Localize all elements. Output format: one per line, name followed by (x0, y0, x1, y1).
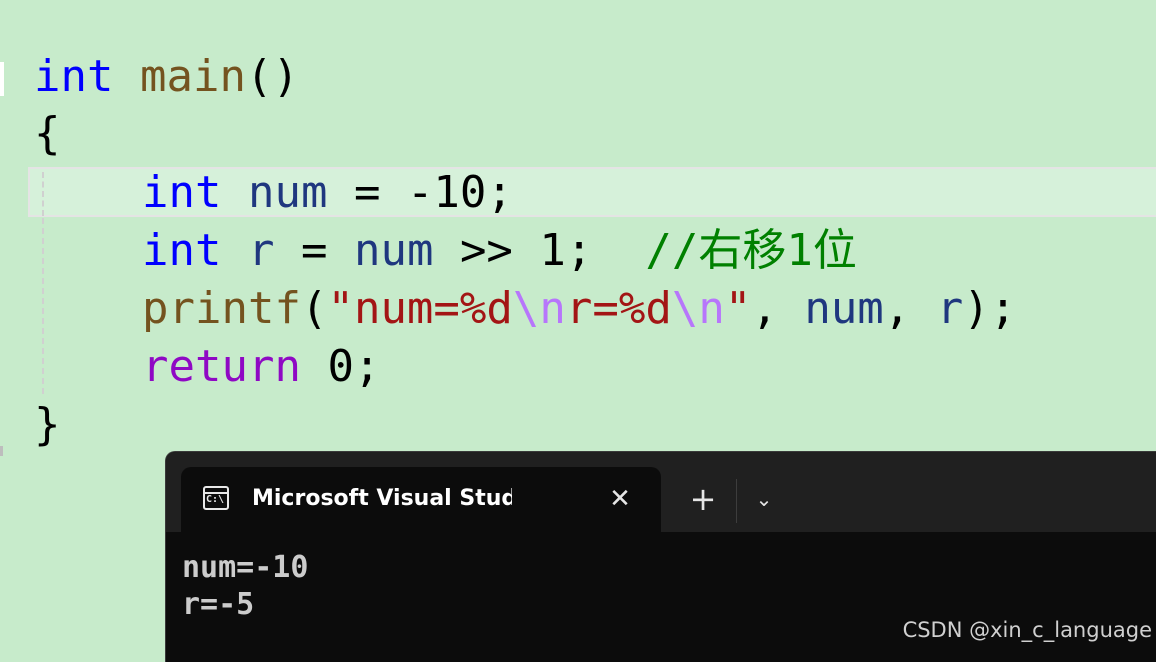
code-line-1: int main() (34, 51, 299, 102)
code-line-2: { (34, 108, 61, 159)
tab-separator (736, 479, 737, 523)
console-output-line: num=-10 (182, 550, 309, 585)
gutter-marker (0, 62, 4, 96)
watermark: CSDN @xin_c_language (902, 618, 1152, 642)
close-icon[interactable]: ✕ (605, 484, 635, 514)
gutter-marker (0, 446, 3, 456)
terminal-icon: C:\ (203, 486, 229, 510)
new-tab-button[interactable]: + (688, 482, 718, 516)
code-line-3: int num = -10; (142, 167, 513, 218)
code-line-7: } (34, 399, 61, 450)
code-line-6: return 0; (142, 341, 381, 392)
tab-debug-console[interactable]: C:\ Microsoft Visual Studio 调试控制台 ✕ (181, 467, 661, 532)
tab-bar: C:\ Microsoft Visual Studio 调试控制台 ✕ + ⌄ (166, 452, 1156, 532)
tab-title: Microsoft Visual Studio 调试控制台 (252, 486, 512, 511)
indent-guide (42, 218, 44, 394)
code-line-4: int r = num >> 1; //右移1位 (142, 225, 857, 276)
code-line-5: printf("num=%d\nr=%d\n", num, r); (142, 283, 1017, 334)
console-output-line: r=-5 (182, 587, 255, 622)
chevron-down-icon[interactable]: ⌄ (749, 484, 779, 514)
code-comment: //右移1位 (645, 225, 857, 276)
indent-guide (42, 172, 44, 216)
